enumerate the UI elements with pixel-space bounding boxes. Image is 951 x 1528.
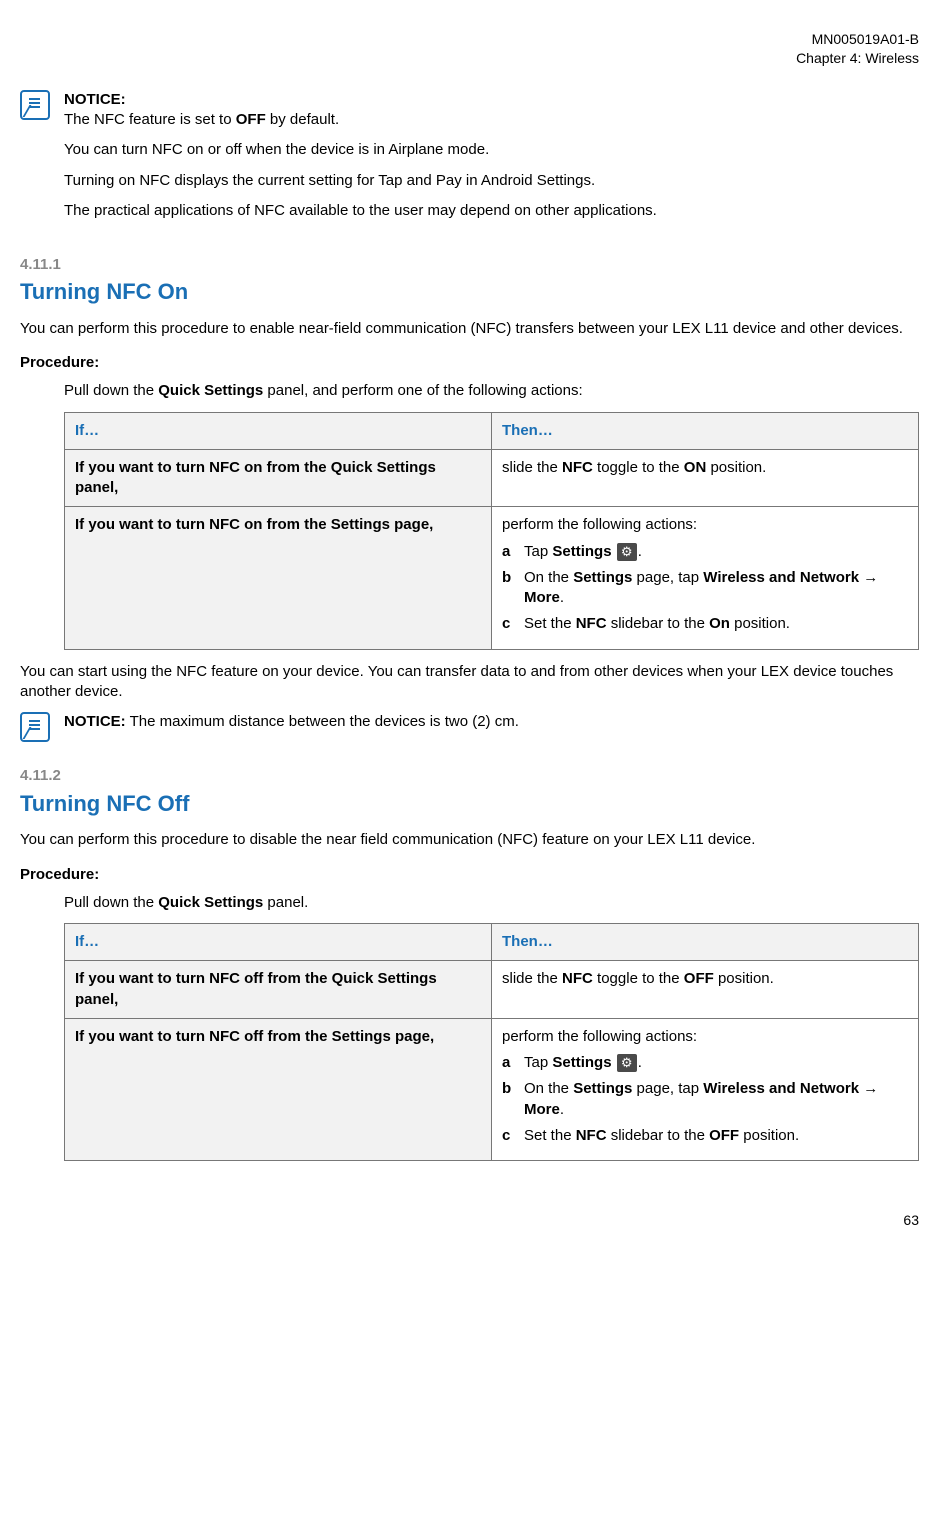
condition-cell: If you want to turn NFC on from the Quic… [65, 449, 492, 507]
section-intro: You can perform this procedure to disabl… [20, 830, 919, 850]
th-then: Then… [492, 412, 919, 449]
section-number: 4.11.1 [20, 255, 919, 275]
decision-table: If… Then… If you want to turn NFC off fr… [64, 923, 919, 1161]
table-row: If you want to turn NFC on from the Sett… [65, 507, 919, 649]
step-text: Tap Settings . [524, 1053, 908, 1073]
list-item: a Tap Settings . [502, 1053, 908, 1073]
notice-content: NOTICE: The maximum distance between the… [64, 712, 919, 742]
settings-icon [617, 543, 637, 561]
notice-block: NOTICE: The maximum distance between the… [20, 712, 919, 742]
step-letter: b [502, 1079, 524, 1120]
notice-icon [20, 90, 50, 120]
section-intro: You can perform this procedure to enable… [20, 319, 919, 339]
condition-cell: If you want to turn NFC off from the Set… [65, 1018, 492, 1160]
notice-label: NOTICE: [64, 91, 126, 108]
notice-icon [20, 712, 50, 742]
list-item: c Set the NFC slidebar to the On positio… [502, 614, 908, 634]
settings-icon [617, 1054, 637, 1072]
action-lead: perform the following actions: [502, 515, 908, 535]
table-row: If you want to turn NFC on from the Quic… [65, 449, 919, 507]
procedure-step: Pull down the Quick Settings panel, and … [64, 381, 919, 401]
section-number: 4.11.2 [20, 766, 919, 786]
page-header: MN005019A01-B Chapter 4: Wireless [20, 30, 919, 68]
notice-content: NOTICE: The NFC feature is set to OFF by… [64, 90, 919, 231]
step-text: Set the NFC slidebar to the On position. [524, 614, 908, 634]
condition-cell: If you want to turn NFC off from the Qui… [65, 961, 492, 1019]
action-cell: slide the NFC toggle to the ON position. [492, 449, 919, 507]
decision-table: If… Then… If you want to turn NFC on fro… [64, 412, 919, 650]
step-letter: c [502, 1126, 524, 1146]
chapter-label: Chapter 4: Wireless [20, 49, 919, 68]
section-title: Turning NFC On [20, 277, 919, 307]
step-letter: a [502, 542, 524, 562]
table-header-row: If… Then… [65, 412, 919, 449]
list-item: b On the Settings page, tap Wireless and… [502, 1079, 908, 1120]
notice-block: NOTICE: The NFC feature is set to OFF by… [20, 90, 919, 231]
condition-cell: If you want to turn NFC on from the Sett… [65, 507, 492, 649]
table-row: If you want to turn NFC off from the Qui… [65, 961, 919, 1019]
step-letter: c [502, 614, 524, 634]
th-then: Then… [492, 924, 919, 961]
procedure-label: Procedure: [20, 865, 919, 885]
list-item: c Set the NFC slidebar to the OFF positi… [502, 1126, 908, 1146]
action-cell: slide the NFC toggle to the OFF position… [492, 961, 919, 1019]
list-item: b On the Settings page, tap Wireless and… [502, 568, 908, 609]
step-letter: b [502, 568, 524, 609]
notice-label: NOTICE: [64, 713, 126, 730]
th-if: If… [65, 412, 492, 449]
substep-list: a Tap Settings . b On the Settings page,… [502, 1053, 908, 1146]
action-lead: perform the following actions: [502, 1027, 908, 1047]
table-header-row: If… Then… [65, 924, 919, 961]
step-text: Tap Settings . [524, 542, 908, 562]
post-text: You can start using the NFC feature on y… [20, 662, 919, 703]
step-letter: a [502, 1053, 524, 1073]
step-text: Set the NFC slidebar to the OFF position… [524, 1126, 908, 1146]
notice-text: The practical applications of NFC availa… [64, 201, 919, 221]
notice-text: You can turn NFC on or off when the devi… [64, 140, 919, 160]
procedure-step: Pull down the Quick Settings panel. [64, 893, 919, 913]
action-cell: perform the following actions: a Tap Set… [492, 507, 919, 649]
notice-text: Turning on NFC displays the current sett… [64, 171, 919, 191]
substep-list: a Tap Settings . b On the Settings page,… [502, 542, 908, 635]
list-item: a Tap Settings . [502, 542, 908, 562]
doc-id: MN005019A01-B [20, 30, 919, 49]
notice-text: The NFC feature is set to OFF by default… [64, 111, 339, 128]
action-cell: perform the following actions: a Tap Set… [492, 1018, 919, 1160]
section-title: Turning NFC Off [20, 789, 919, 819]
notice-text: The maximum distance between the devices… [126, 713, 519, 730]
step-text: On the Settings page, tap Wireless and N… [524, 1079, 908, 1120]
page-number: 63 [20, 1211, 919, 1230]
procedure-label: Procedure: [20, 353, 919, 373]
th-if: If… [65, 924, 492, 961]
table-row: If you want to turn NFC off from the Set… [65, 1018, 919, 1160]
step-text: On the Settings page, tap Wireless and N… [524, 568, 908, 609]
